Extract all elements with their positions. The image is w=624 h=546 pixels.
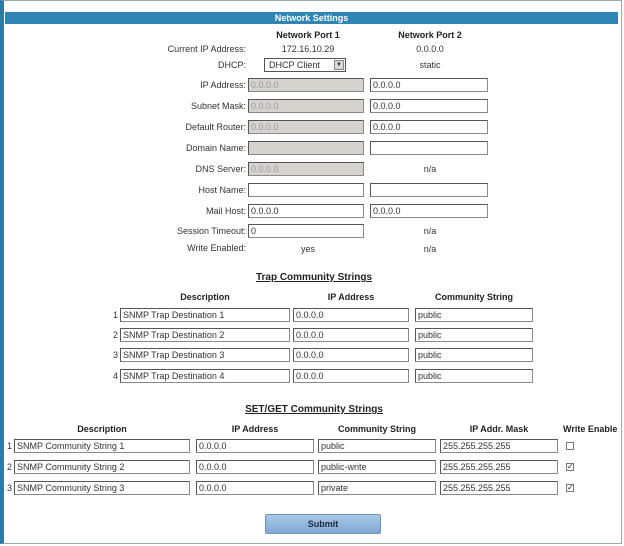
trap-row-number: 4: [112, 371, 118, 381]
trap-ip-input[interactable]: [293, 348, 409, 362]
default-router-port2-input[interactable]: [370, 120, 488, 134]
setget-col-ip: IP Address: [231, 424, 279, 434]
write-enable-checkbox[interactable]: ✓: [566, 463, 574, 471]
setget-row-number: 2: [6, 462, 12, 472]
session-timeout-label: Session Timeout:: [176, 226, 246, 236]
setget-description-input[interactable]: [14, 460, 190, 474]
setget-description-input[interactable]: [14, 439, 190, 453]
write-enabled-port1: yes: [300, 244, 315, 254]
setget-ip-input[interactable]: [196, 439, 314, 453]
trap-description-input[interactable]: [120, 328, 290, 342]
write-enabled-port2: n/a: [423, 244, 437, 254]
trap-community-input[interactable]: [415, 308, 533, 322]
default-router-port1-input[interactable]: [248, 120, 364, 134]
subnet-mask-port1-input[interactable]: [248, 99, 364, 113]
setget-description-input[interactable]: [14, 481, 190, 495]
trap-community-input[interactable]: [415, 369, 533, 383]
port2-header: Network Port 2: [398, 30, 462, 40]
trap-description-input[interactable]: [120, 348, 290, 362]
submit-button[interactable]: Submit: [265, 514, 381, 534]
ip-address-port2-input[interactable]: [370, 78, 488, 92]
trap-heading: Trap Community Strings: [255, 272, 373, 283]
port1-header: Network Port 1: [276, 30, 340, 40]
trap-description-input[interactable]: [120, 308, 290, 322]
setget-col-write: Write Enable: [563, 424, 618, 434]
write-enable-checkbox[interactable]: ✓: [566, 484, 574, 492]
mail-host-label: Mail Host:: [205, 206, 246, 216]
setget-ip-input[interactable]: [196, 460, 314, 474]
dhcp-select-value: DHCP Client: [269, 60, 320, 70]
setget-mask-input[interactable]: [440, 439, 558, 453]
setget-mask-input[interactable]: [440, 481, 558, 495]
session-timeout-port1-input[interactable]: [248, 224, 364, 238]
session-timeout-port2: n/a: [423, 226, 437, 236]
current-ip-label: Current IP Address:: [167, 44, 246, 54]
setget-heading: SET/GET Community Strings: [245, 404, 383, 415]
dhcp-port2: static: [419, 60, 441, 70]
dhcp-label: DHCP:: [217, 60, 246, 70]
trap-ip-input[interactable]: [293, 308, 409, 322]
subnet-mask-port2-input[interactable]: [370, 99, 488, 113]
write-enable-checkbox[interactable]: [566, 442, 574, 450]
current-ip-port2: 0.0.0.0: [416, 44, 444, 54]
subnet-mask-label: Subnet Mask:: [190, 101, 246, 111]
default-router-label: Default Router:: [185, 122, 246, 132]
setget-row-number: 3: [6, 483, 12, 493]
dhcp-select[interactable]: DHCP Client ▼: [264, 58, 346, 72]
setget-ip-input[interactable]: [196, 481, 314, 495]
trap-row-number: 3: [112, 350, 118, 360]
host-name-port2-input[interactable]: [370, 183, 488, 197]
current-ip-port1: 172.16.10.29: [281, 44, 335, 54]
host-name-label: Host Name:: [198, 185, 246, 195]
mail-host-port2-input[interactable]: [370, 204, 488, 218]
domain-name-label: Domain Name:: [185, 143, 246, 153]
mail-host-port1-input[interactable]: [248, 204, 364, 218]
host-name-port1-input[interactable]: [248, 183, 364, 197]
dns-server-label: DNS Server:: [195, 164, 246, 174]
setget-col-description: Description: [77, 424, 127, 434]
trap-row-number: 1: [112, 310, 118, 320]
trap-ip-input[interactable]: [293, 369, 409, 383]
setget-col-community: Community String: [338, 424, 416, 434]
chevron-down-icon[interactable]: ▼: [334, 60, 344, 70]
domain-name-port1-input[interactable]: [248, 141, 364, 155]
trap-ip-input[interactable]: [293, 328, 409, 342]
trap-community-input[interactable]: [415, 328, 533, 342]
trap-col-description: Description: [180, 292, 230, 302]
setget-community-input[interactable]: [318, 460, 436, 474]
dns-server-port2: n/a: [423, 164, 437, 174]
domain-name-port2-input[interactable]: [370, 141, 488, 155]
trap-community-input[interactable]: [415, 348, 533, 362]
ip-address-port1-input[interactable]: [248, 78, 364, 92]
trap-col-community: Community String: [435, 292, 513, 302]
dns-server-port1-input[interactable]: [248, 162, 364, 176]
ip-address-label: IP Address:: [200, 80, 246, 90]
setget-community-input[interactable]: [318, 481, 436, 495]
setget-row-number: 1: [6, 441, 12, 451]
page-title: Network Settings: [5, 12, 618, 24]
trap-description-input[interactable]: [120, 369, 290, 383]
write-enabled-label: Write Enabled:: [187, 243, 246, 253]
trap-col-ip: IP Address: [327, 292, 375, 302]
trap-row-number: 2: [112, 330, 118, 340]
setget-col-mask: IP Addr. Mask: [469, 424, 529, 434]
setget-mask-input[interactable]: [440, 460, 558, 474]
setget-community-input[interactable]: [318, 439, 436, 453]
